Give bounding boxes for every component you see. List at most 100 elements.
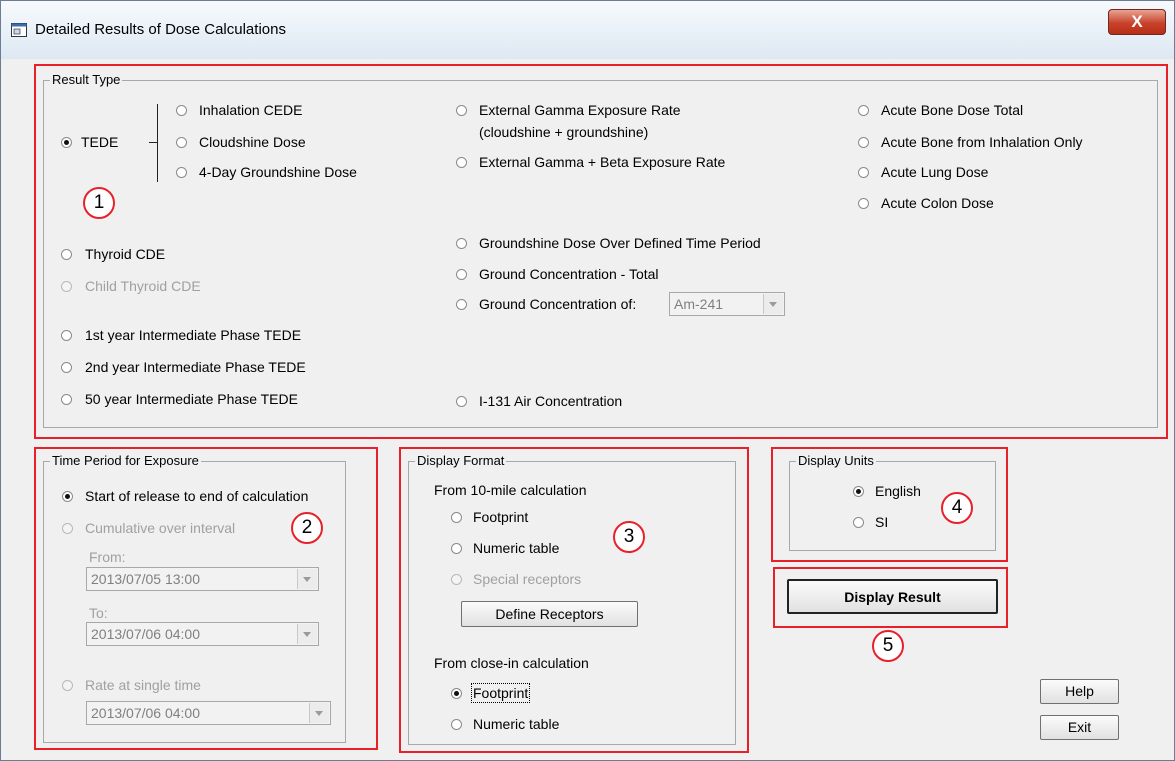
label-i131: I-131 Air Concentration xyxy=(479,393,623,409)
tede-bracket-tick xyxy=(149,142,157,143)
display-result-button[interactable]: Display Result xyxy=(787,579,998,614)
chevron-down-icon xyxy=(309,703,329,723)
radio-ext-gamma[interactable] xyxy=(456,105,467,116)
label-special-receptors: Special receptors xyxy=(473,571,582,587)
label-2nd-year: 2nd year Intermediate Phase TEDE xyxy=(85,359,306,375)
radio-acute-bone-total[interactable] xyxy=(858,105,869,116)
chevron-down-icon xyxy=(297,569,317,589)
radio-child-thyroid-cde[interactable] xyxy=(61,281,72,292)
label-from-10mile: From 10-mile calculation xyxy=(434,482,587,498)
radio-ground-conc-total[interactable] xyxy=(456,269,467,280)
exit-button[interactable]: Exit xyxy=(1040,715,1119,740)
title-bar: Detailed Results of Dose Calculations X xyxy=(1,1,1174,59)
display-format-legend: Display Format xyxy=(415,453,507,468)
close-button[interactable]: X xyxy=(1108,9,1166,35)
label-ext-gamma: External Gamma Exposure Rate xyxy=(479,102,681,118)
label-child-thyroid-cde: Child Thyroid CDE xyxy=(85,278,201,294)
help-label: Help xyxy=(1065,683,1094,699)
radio-acute-bone-inhal[interactable] xyxy=(858,137,869,148)
radio-footprint-closein[interactable] xyxy=(451,688,462,699)
rate-date-select[interactable]: 2013/07/06 04:00 xyxy=(86,701,331,725)
radio-acute-lung[interactable] xyxy=(858,167,869,178)
label-ground-conc-total: Ground Concentration - Total xyxy=(479,266,659,282)
define-receptors-label: Define Receptors xyxy=(495,606,604,622)
app-window-icon xyxy=(11,23,27,37)
label-4day-groundshine: 4-Day Groundshine Dose xyxy=(199,164,357,180)
label-start-to-end: Start of release to end of calculation xyxy=(85,488,309,504)
callout-1: 1 xyxy=(83,187,115,219)
label-50-year: 50 year Intermediate Phase TEDE xyxy=(85,391,298,407)
label-tede: TEDE xyxy=(81,134,119,150)
label-numeric-closein: Numeric table xyxy=(473,716,560,732)
label-rate-single: Rate at single time xyxy=(85,677,201,693)
label-si: SI xyxy=(875,514,889,530)
callout-5: 5 xyxy=(872,630,904,662)
radio-1st-year[interactable] xyxy=(61,330,72,341)
radio-2nd-year[interactable] xyxy=(61,362,72,373)
isotope-select[interactable]: Am-241 xyxy=(669,292,785,316)
close-icon: X xyxy=(1131,12,1143,31)
display-units-legend: Display Units xyxy=(796,453,876,468)
label-acute-bone-total: Acute Bone Dose Total xyxy=(881,102,1024,118)
label-1st-year: 1st year Intermediate Phase TEDE xyxy=(85,327,302,343)
radio-4day-groundshine[interactable] xyxy=(176,167,187,178)
label-english: English xyxy=(875,483,921,499)
from-date-select[interactable]: 2013/07/05 13:00 xyxy=(86,567,319,591)
label-cumulative: Cumulative over interval xyxy=(85,520,236,536)
to-date-select[interactable]: 2013/07/06 04:00 xyxy=(86,622,319,646)
radio-ext-gamma-beta[interactable] xyxy=(456,157,467,168)
label-cloudshine-dose: Cloudshine Dose xyxy=(199,134,306,150)
help-button[interactable]: Help xyxy=(1040,679,1119,704)
label-groundshine-defined: Groundshine Dose Over Defined Time Perio… xyxy=(479,235,761,251)
label-ext-gamma-sub: (cloudshine + groundshine) xyxy=(479,124,649,140)
display-result-label: Display Result xyxy=(844,589,941,605)
radio-groundshine-defined[interactable] xyxy=(456,238,467,249)
radio-i131[interactable] xyxy=(456,396,467,407)
label-numeric-10mile: Numeric table xyxy=(473,540,560,556)
radio-numeric-10mile[interactable] xyxy=(451,543,462,554)
radio-tede[interactable] xyxy=(61,137,72,148)
radio-numeric-closein[interactable] xyxy=(451,719,462,730)
radio-ground-conc-of[interactable] xyxy=(456,299,467,310)
label-to: To: xyxy=(89,605,108,621)
result-type-legend: Result Type xyxy=(50,72,123,87)
rate-date-value: 2013/07/06 04:00 xyxy=(91,705,200,721)
label-thyroid-cde: Thyroid CDE xyxy=(85,246,166,262)
radio-rate-single[interactable] xyxy=(62,680,73,691)
chevron-down-icon xyxy=(763,294,783,314)
radio-acute-colon[interactable] xyxy=(858,198,869,209)
define-receptors-button[interactable]: Define Receptors xyxy=(461,601,638,627)
callout-3: 3 xyxy=(613,521,645,553)
radio-si[interactable] xyxy=(853,517,864,528)
radio-cumulative[interactable] xyxy=(62,523,73,534)
label-footprint-10mile: Footprint xyxy=(473,509,529,525)
tede-bracket-vertical xyxy=(157,104,158,182)
chevron-down-icon xyxy=(297,624,317,644)
dialog-window: Detailed Results of Dose Calculations X … xyxy=(0,0,1175,761)
radio-footprint-10mile[interactable] xyxy=(451,512,462,523)
callout-4: 4 xyxy=(941,492,973,524)
from-date-value: 2013/07/05 13:00 xyxy=(91,571,200,587)
callout-2: 2 xyxy=(291,512,323,544)
label-from: From: xyxy=(89,549,126,565)
label-acute-lung: Acute Lung Dose xyxy=(881,164,989,180)
window-title: Detailed Results of Dose Calculations xyxy=(35,21,286,38)
radio-50-year[interactable] xyxy=(61,394,72,405)
label-ext-gamma-beta: External Gamma + Beta Exposure Rate xyxy=(479,154,726,170)
label-footprint-closein: Footprint xyxy=(470,683,531,703)
isotope-select-value: Am-241 xyxy=(674,296,724,312)
radio-english[interactable] xyxy=(853,486,864,497)
radio-start-to-end[interactable] xyxy=(62,491,73,502)
label-acute-colon: Acute Colon Dose xyxy=(881,195,994,211)
exit-label: Exit xyxy=(1067,719,1092,735)
radio-inhalation-cede[interactable] xyxy=(176,105,187,116)
radio-special-receptors[interactable] xyxy=(451,574,462,585)
label-acute-bone-inhal: Acute Bone from Inhalation Only xyxy=(881,134,1083,150)
radio-cloudshine-dose[interactable] xyxy=(176,137,187,148)
radio-thyroid-cde[interactable] xyxy=(61,249,72,260)
time-period-legend: Time Period for Exposure xyxy=(50,453,201,468)
label-ground-conc-of: Ground Concentration of: xyxy=(479,296,637,312)
label-from-closein: From close-in calculation xyxy=(434,655,589,671)
to-date-value: 2013/07/06 04:00 xyxy=(91,626,200,642)
label-inhalation-cede: Inhalation CEDE xyxy=(199,102,303,118)
